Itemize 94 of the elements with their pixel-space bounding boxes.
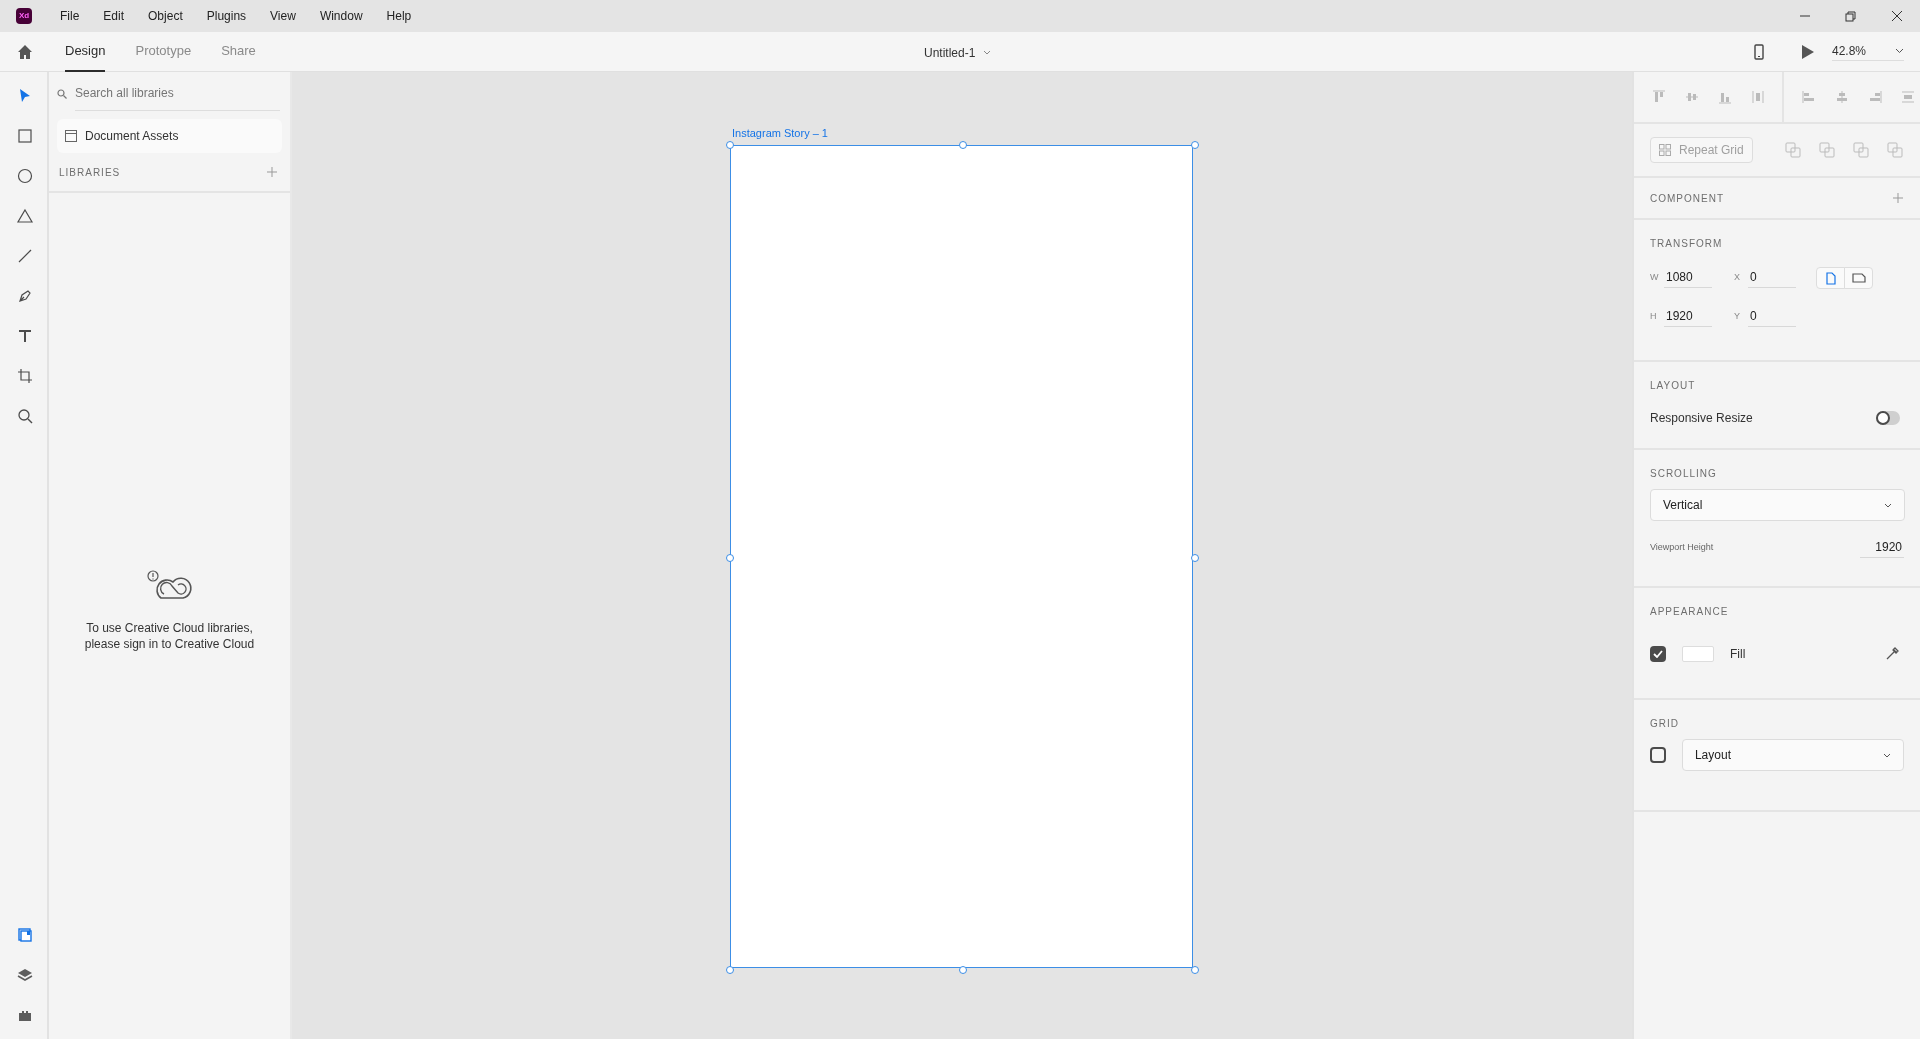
home-icon xyxy=(16,43,33,60)
fill-label: Fill xyxy=(1730,646,1746,663)
transform-field[interactable]: 0 xyxy=(1748,306,1796,327)
restore-icon xyxy=(1844,10,1858,22)
menu-item[interactable]: Plugins xyxy=(194,7,259,25)
plus-icon xyxy=(1893,193,1903,203)
search-field[interactable]: Search all libraries xyxy=(75,76,280,111)
menu-item[interactable]: Help xyxy=(374,7,424,25)
menu-item[interactable]: File xyxy=(48,7,92,25)
viewport-height-field[interactable]: 1920 xyxy=(1860,537,1904,558)
transform-field[interactable]: 0 xyxy=(1748,267,1796,288)
eyedropper-button[interactable] xyxy=(1884,646,1900,662)
union-icon xyxy=(1785,142,1801,158)
resize-handle[interactable] xyxy=(726,553,734,562)
sign-in-message: To use Creative Cloud libraries, please sign in to Creative Cloud xyxy=(83,620,256,652)
check-icon xyxy=(1653,650,1663,658)
distribute-icon xyxy=(1750,90,1765,104)
section-heading: TRANSFORM xyxy=(1650,237,1724,251)
layers-icon xyxy=(15,966,34,984)
boolean-button[interactable] xyxy=(1784,141,1802,159)
field-label: H xyxy=(1650,309,1658,323)
orientation-button[interactable] xyxy=(1816,267,1845,289)
exclude-icon xyxy=(1887,142,1903,158)
search-icon xyxy=(57,88,67,99)
eyedropper-icon xyxy=(1885,647,1899,661)
toggle-label: Responsive Resize xyxy=(1650,410,1753,427)
field-label: Y xyxy=(1734,309,1741,323)
add-component-button[interactable] xyxy=(1892,192,1904,204)
resize-handle[interactable] xyxy=(1191,141,1199,149)
document-assets-item[interactable]: Document Assets xyxy=(57,119,282,153)
resize-handle[interactable] xyxy=(1191,966,1199,974)
zoom-value: 42.8% xyxy=(1832,43,1867,60)
align-middle-icon xyxy=(1684,90,1699,104)
orientation-button[interactable] xyxy=(1844,267,1873,289)
caret-icon xyxy=(1895,48,1904,54)
field-label: Viewport Height xyxy=(1650,540,1714,554)
add-library-button[interactable] xyxy=(264,164,280,180)
chevron-icon xyxy=(1883,752,1891,758)
align-left-icon xyxy=(1801,90,1816,104)
field-label: W xyxy=(1650,270,1660,284)
section-heading: LAYOUT xyxy=(1650,379,1697,393)
section-heading: LIBRARIES xyxy=(59,165,121,180)
align-center-icon xyxy=(1834,90,1849,104)
resize-handle[interactable] xyxy=(958,141,967,149)
plus-icon xyxy=(267,167,277,177)
transform-field[interactable]: 1080 xyxy=(1664,267,1712,288)
phone-icon xyxy=(1753,43,1764,60)
menu-item[interactable]: Object xyxy=(136,7,195,25)
subtract-icon xyxy=(1819,142,1835,158)
boolean-button[interactable] xyxy=(1886,141,1904,159)
artboard-title[interactable]: Instagram Story – 1 xyxy=(732,125,828,142)
app-logo: Xd xyxy=(16,8,32,24)
align-right-icon xyxy=(1867,90,1882,104)
grid-icon xyxy=(1659,144,1671,156)
menu-item[interactable]: Edit xyxy=(91,7,137,25)
zoom-field[interactable]: 42.8% xyxy=(1832,42,1904,61)
document-title[interactable]: Untitled-1 xyxy=(924,44,976,62)
chevron-icon xyxy=(1884,502,1892,508)
circle-icon xyxy=(15,167,34,185)
checkbox[interactable] xyxy=(1650,747,1666,763)
landscape-icon xyxy=(1851,273,1866,283)
section-heading: COMPONENT xyxy=(1650,191,1724,206)
resize-handle[interactable] xyxy=(1191,553,1199,562)
boolean-button[interactable] xyxy=(1818,141,1836,159)
resize-handle[interactable] xyxy=(726,141,734,149)
align-bottom-icon xyxy=(1717,90,1732,104)
field-label: X xyxy=(1734,270,1741,284)
close-icon xyxy=(1890,10,1904,22)
section-heading: SCROLLING xyxy=(1650,467,1718,481)
resize-handle[interactable] xyxy=(726,966,734,974)
rectangle-icon xyxy=(15,127,34,145)
menu-item[interactable]: Window xyxy=(307,7,375,25)
document-icon xyxy=(65,130,77,142)
libraries-icon xyxy=(15,926,34,944)
search-icon xyxy=(15,407,34,425)
section-heading: GRID xyxy=(1650,717,1680,731)
color-swatch[interactable] xyxy=(1682,646,1714,662)
menu-item[interactable]: View xyxy=(258,7,308,25)
toggle-switch[interactable] xyxy=(1876,411,1900,425)
resize-handle[interactable] xyxy=(958,966,967,974)
caret-icon xyxy=(983,50,992,56)
triangle-icon xyxy=(15,207,34,225)
artboard-icon xyxy=(15,367,34,385)
play-icon xyxy=(1800,43,1815,60)
transform-field[interactable]: 1920 xyxy=(1664,306,1712,327)
section-heading: APPEARANCE xyxy=(1650,605,1730,619)
align-top-icon xyxy=(1651,90,1666,104)
checkbox[interactable] xyxy=(1650,646,1666,662)
intersect-icon xyxy=(1853,142,1869,158)
boolean-button[interactable] xyxy=(1852,141,1870,159)
dropdown[interactable]: Layout xyxy=(1681,739,1904,771)
portrait-icon xyxy=(1825,271,1836,285)
distribute-icon xyxy=(1900,90,1915,104)
dropdown[interactable]: Vertical xyxy=(1650,489,1905,521)
